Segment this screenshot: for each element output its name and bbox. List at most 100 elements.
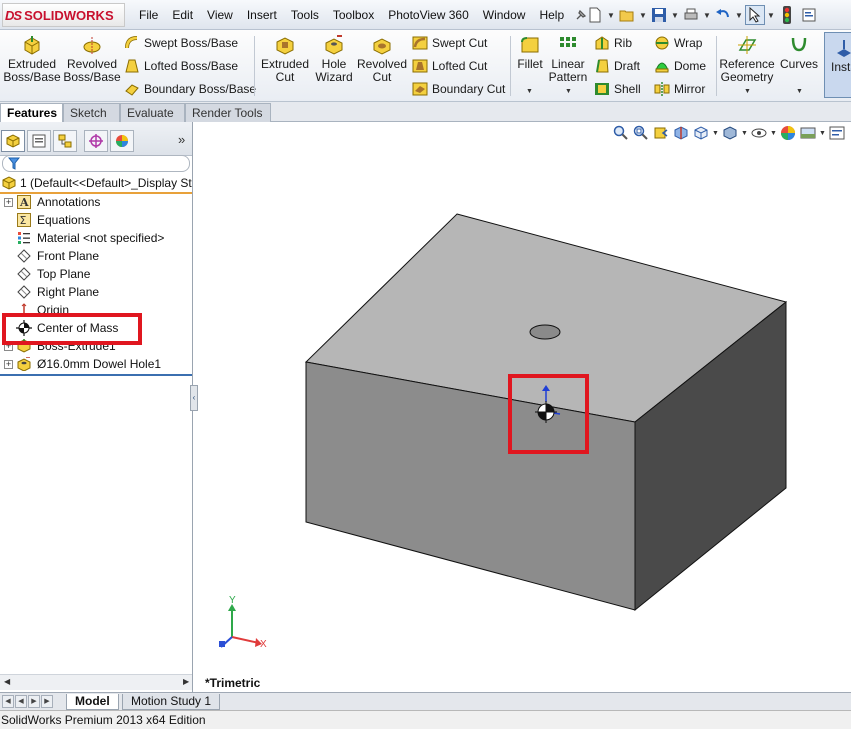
boundary-cut-button[interactable]: Boundary Cut xyxy=(412,81,505,97)
command-manager-ribbon: Extruded Boss/Base Revolved Boss/Base Sw… xyxy=(0,30,851,102)
reference-geometry-button[interactable]: Reference Geometry xyxy=(719,30,775,84)
first-tab-nav-icon[interactable]: ◀ xyxy=(2,695,14,708)
file-properties-icon[interactable] xyxy=(799,5,819,25)
swept-cut-button[interactable]: Swept Cut xyxy=(412,35,487,51)
tree-item-label: Front Plane xyxy=(37,249,100,263)
dome-icon xyxy=(655,62,669,73)
new-document-icon[interactable] xyxy=(585,5,605,25)
swept-boss-label: Swept Boss/Base xyxy=(144,36,239,50)
revolved-boss-icon xyxy=(83,37,101,54)
fillet-button[interactable]: Fillet xyxy=(513,30,547,71)
rib-button[interactable]: Rib xyxy=(594,35,632,51)
curves-button[interactable]: Curves xyxy=(778,30,820,71)
menu-photoview[interactable]: PhotoView 360 xyxy=(381,8,476,22)
lofted-cut-button[interactable]: Lofted Cut xyxy=(412,58,487,74)
menu-tools[interactable]: Tools xyxy=(284,8,326,22)
tab-render-tools[interactable]: Render Tools xyxy=(185,103,271,122)
wrap-button[interactable]: Wrap xyxy=(654,35,702,51)
plane-icon xyxy=(16,266,32,282)
revolved-cut-button[interactable]: Revolved Cut xyxy=(356,30,408,84)
lofted-boss-button[interactable]: Lofted Boss/Base xyxy=(124,58,238,74)
draft-button[interactable]: Draft xyxy=(594,58,640,74)
expand-icon[interactable]: + xyxy=(4,359,13,369)
filter-funnel-icon xyxy=(8,157,20,170)
print-icon[interactable] xyxy=(681,5,701,25)
horizontal-scrollbar[interactable]: ◀ ▶ xyxy=(0,674,192,690)
tab-sketch[interactable]: Sketch xyxy=(63,103,120,122)
curves-icon xyxy=(791,37,807,52)
extruded-boss-icon xyxy=(24,36,40,55)
rollback-bar[interactable] xyxy=(0,374,192,376)
tab-evaluate[interactable]: Evaluate xyxy=(120,103,185,122)
solidworks-logo[interactable]: DS SOLIDWORKS xyxy=(2,3,125,27)
tab-motion-study[interactable]: Motion Study 1 xyxy=(122,694,221,710)
open-dropdown-icon[interactable]: ▼ xyxy=(639,5,647,25)
linear-pattern-dropdown-icon[interactable]: ▼ xyxy=(565,88,572,95)
extruded-cut-button[interactable]: Extruded Cut xyxy=(259,30,311,84)
shell-label: Shell xyxy=(614,82,641,96)
dome-button[interactable]: Dome xyxy=(654,58,706,74)
boundary-boss-button[interactable]: Boundary Boss/Base xyxy=(124,81,256,97)
linear-pattern-button[interactable]: Linear Pattern xyxy=(546,30,590,84)
mirror-button[interactable]: Mirror xyxy=(654,81,705,97)
last-tab-nav-icon[interactable]: ▶ xyxy=(41,695,53,708)
panel-expand-chevron-icon[interactable]: » xyxy=(178,132,185,147)
menu-edit[interactable]: Edit xyxy=(165,8,200,22)
tree-item-front-plane[interactable]: Front Plane xyxy=(0,247,99,265)
ribbon-separator xyxy=(510,36,511,96)
save-icon[interactable] xyxy=(649,5,669,25)
scroll-right-icon[interactable]: ▶ xyxy=(183,677,189,686)
next-tab-nav-icon[interactable]: ▶ xyxy=(28,695,40,708)
curves-label: Curves xyxy=(779,57,818,71)
print-dropdown-icon[interactable]: ▼ xyxy=(703,5,711,25)
menu-insert[interactable]: Insert xyxy=(240,8,284,22)
tree-item-material[interactable]: Material <not specified> xyxy=(0,229,164,247)
undo-icon[interactable] xyxy=(713,5,733,25)
instant3d-button[interactable]: Insta xyxy=(824,32,851,98)
prev-tab-nav-icon[interactable]: ◀ xyxy=(15,695,27,708)
fillet-dropdown-icon[interactable]: ▼ xyxy=(526,88,533,95)
part-root-label: 1 (Default<<Default>_Display St xyxy=(20,176,192,190)
instant3d-icon xyxy=(837,40,851,57)
tree-item-right-plane[interactable]: Right Plane xyxy=(0,283,99,301)
tree-item-top-plane[interactable]: Top Plane xyxy=(0,265,90,283)
curves-dropdown-icon[interactable]: ▼ xyxy=(796,88,803,95)
tree-item-annotations[interactable]: + A Annotations xyxy=(0,193,100,211)
dowel-hole-opening[interactable] xyxy=(529,324,561,340)
graphics-area[interactable]: ‹ ▼ ▼ ▼ ▼ Y X *Trimetric xyxy=(190,122,851,692)
feature-manager-tab-icon[interactable] xyxy=(1,130,25,152)
tab-features[interactable]: Features xyxy=(0,103,63,123)
property-manager-tab-icon[interactable] xyxy=(27,130,51,152)
tab-model[interactable]: Model xyxy=(66,694,119,710)
extruded-boss-button[interactable]: Extruded Boss/Base xyxy=(3,30,61,84)
menu-file[interactable]: File xyxy=(132,8,165,22)
hole-wizard-button[interactable]: Hole Wizard xyxy=(311,30,357,84)
select-pointer-icon[interactable] xyxy=(745,5,765,25)
coordinate-triad: Y X xyxy=(219,595,267,650)
menu-view[interactable]: View xyxy=(200,8,240,22)
save-dropdown-icon[interactable]: ▼ xyxy=(671,5,679,25)
swept-boss-button[interactable]: Swept Boss/Base xyxy=(124,35,238,51)
undo-dropdown-icon[interactable]: ▼ xyxy=(735,5,743,25)
tree-item-dowel-hole[interactable]: + Ø16.0mm Dowel Hole1 xyxy=(0,355,161,373)
open-folder-icon[interactable] xyxy=(617,5,637,25)
feature-filter-input[interactable] xyxy=(2,155,190,172)
shell-button[interactable]: Shell xyxy=(594,81,641,97)
new-dropdown-icon[interactable]: ▼ xyxy=(607,5,615,25)
configuration-manager-tab-icon[interactable] xyxy=(53,130,77,152)
revolved-boss-button[interactable]: Revolved Boss/Base xyxy=(63,30,121,84)
scroll-left-icon[interactable]: ◀ xyxy=(4,677,10,686)
menu-window[interactable]: Window xyxy=(476,8,533,22)
dimxpert-manager-tab-icon[interactable] xyxy=(84,130,108,152)
ribbon-separator xyxy=(254,36,255,96)
part-root-node[interactable]: 1 (Default<<Default>_Display St xyxy=(0,174,192,194)
menu-toolbox[interactable]: Toolbox xyxy=(326,8,381,22)
model-viewport[interactable]: Y X xyxy=(194,122,851,692)
display-manager-tab-icon[interactable] xyxy=(110,130,134,152)
rebuild-traffic-light-icon[interactable] xyxy=(777,5,797,25)
select-dropdown-icon[interactable]: ▼ xyxy=(767,5,775,25)
reference-geometry-dropdown-icon[interactable]: ▼ xyxy=(744,88,751,95)
menu-help[interactable]: Help xyxy=(532,8,571,22)
expand-icon[interactable]: + xyxy=(4,197,13,207)
tree-item-equations[interactable]: Σ Equations xyxy=(0,211,90,229)
